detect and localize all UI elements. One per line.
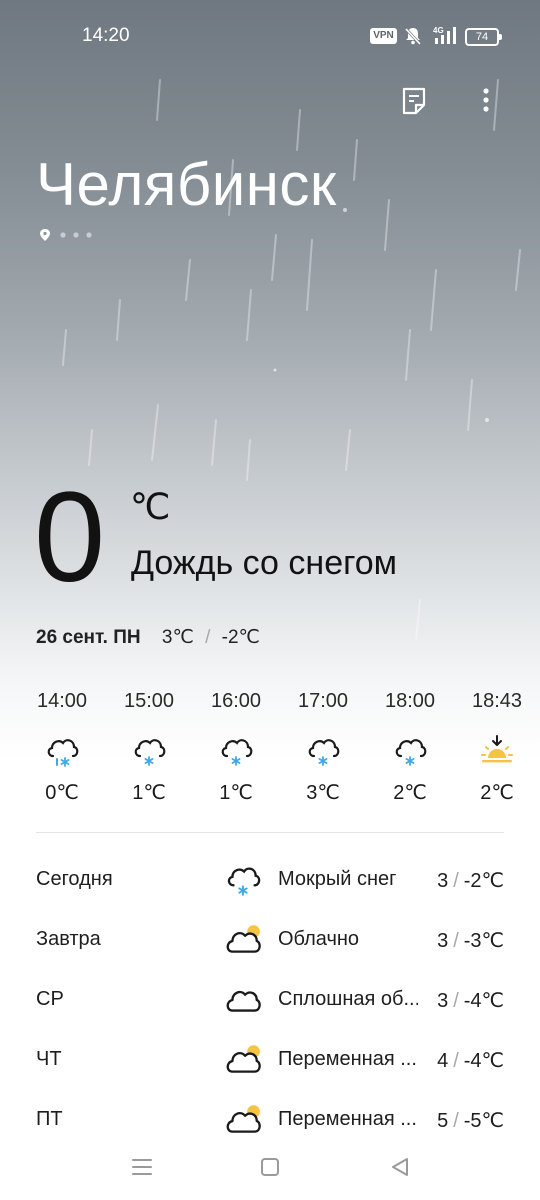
page-dot: [73, 232, 79, 238]
day-condition: Переменная ...: [278, 1048, 417, 1070]
temp-separator: /: [453, 1050, 459, 1072]
today-high: 3℃: [161, 627, 194, 648]
day-name: ПТ: [36, 1108, 63, 1130]
daily-row[interactable]: ЧТ Переменная ... 4/-4℃: [0, 1030, 540, 1090]
day-temp-range: 4/-4℃: [437, 1048, 504, 1073]
cloud-snow-icon: [134, 739, 166, 766]
day-temp-range: 3/-3℃: [437, 928, 504, 953]
sunset-icon: [481, 735, 513, 763]
day-temp-range: 3/-2℃: [437, 868, 504, 893]
section-divider: [36, 832, 504, 833]
day-low: -5℃: [463, 1110, 504, 1132]
daily-row[interactable]: СР Сплошная об... 3/-4℃: [0, 970, 540, 1030]
current-date: 26 сент. ПН: [36, 627, 141, 648]
hourly-item: 15:00 1℃: [105, 690, 193, 805]
hour-time: 18:00: [384, 690, 436, 712]
day-high: 5: [437, 1110, 449, 1132]
day-temp-range: 5/-5℃: [437, 1108, 504, 1133]
hourly-forecast[interactable]: 14:00 0℃ 15:00 1℃ 16:00 1℃ 17:00 3℃ 18:0…: [18, 690, 540, 815]
battery-icon: 74: [465, 28, 502, 46]
day-condition: Облачно: [278, 928, 360, 950]
hour-time: 14:00: [36, 690, 88, 712]
cloud-snow-icon: [308, 739, 340, 766]
cloud-sun-icon: [226, 1045, 261, 1073]
hour-temp: 3℃: [306, 782, 340, 804]
more-vertical-icon[interactable]: [478, 87, 494, 115]
forecast-notes-icon[interactable]: [401, 87, 427, 115]
day-condition: Переменная ...: [278, 1108, 417, 1130]
hour-temp: 2℃: [480, 782, 514, 804]
signal-4g-icon: 4G: [433, 26, 456, 44]
hour-temp: 1℃: [132, 782, 166, 804]
status-bar: 14:20 VPN 4G 74: [0, 0, 540, 72]
day-low: -4℃: [463, 990, 504, 1012]
day-condition: Мокрый снег: [278, 868, 397, 890]
hourly-item: 18:00 2℃: [366, 690, 454, 805]
hour-time: 17:00: [297, 690, 349, 712]
hour-time: 15:00: [123, 690, 175, 712]
day-name: Завтра: [36, 928, 101, 950]
day-high: 3: [437, 930, 449, 952]
vpn-badge: VPN: [370, 28, 397, 44]
daily-row[interactable]: Сегодня Мокрый снег 3/-2℃: [0, 850, 540, 910]
today-low: -2℃: [221, 627, 260, 648]
city-name[interactable]: Челябинск: [36, 150, 337, 219]
system-navigation-bar: [0, 1140, 540, 1200]
temp-separator: /: [453, 1110, 459, 1132]
hour-temp: 2℃: [393, 782, 427, 804]
day-low: -4℃: [463, 1050, 504, 1072]
cloud-snow-icon: [395, 739, 427, 766]
daily-row[interactable]: Завтра Облачно 3/-3℃: [0, 910, 540, 970]
day-name: СР: [36, 988, 64, 1010]
day-low: -2℃: [463, 870, 504, 892]
bell-muted-icon: [404, 27, 422, 46]
cloud-sun-icon: [226, 1105, 261, 1133]
day-high: 4: [437, 1050, 449, 1072]
hour-time: 16:00: [210, 690, 262, 712]
recent-apps-icon[interactable]: [131, 1156, 153, 1178]
cloud-snow-icon: [221, 739, 253, 766]
hourly-item: 17:00 3℃: [279, 690, 367, 805]
hourly-item: 18:43 2℃: [453, 690, 540, 805]
page-dot: [86, 232, 92, 238]
temp-separator: /: [453, 930, 459, 952]
cloud-snow-icon: [227, 867, 261, 896]
day-name: ЧТ: [36, 1048, 62, 1070]
cloud-sun-icon: [226, 925, 261, 953]
day-high: 3: [437, 990, 449, 1012]
day-temp-range: 3/-4℃: [437, 988, 504, 1013]
temp-separator: /: [453, 990, 459, 1012]
page-dot: [60, 232, 66, 238]
home-icon[interactable]: [260, 1156, 280, 1178]
today-summary: 26 сент. ПН 3℃ / -2℃: [36, 626, 260, 649]
temperature-unit: ℃: [130, 486, 171, 527]
status-time: 14:20: [82, 25, 130, 46]
hour-temp: 0℃: [45, 782, 79, 804]
back-icon[interactable]: [389, 1156, 411, 1178]
current-temperature: 0: [34, 466, 106, 609]
cloud-sleet-icon: [47, 739, 79, 767]
day-condition: Сплошная об...: [278, 988, 418, 1010]
day-low: -3℃: [463, 930, 504, 952]
day-name: Сегодня: [36, 868, 113, 890]
hour-time: 18:43: [471, 690, 523, 712]
network-type: 4G: [433, 26, 444, 35]
hourly-item: 16:00 1℃: [192, 690, 280, 805]
temp-separator: /: [205, 627, 211, 648]
day-high: 3: [437, 870, 449, 892]
hour-temp: 1℃: [219, 782, 253, 804]
cloud-icon: [226, 990, 261, 1012]
hourly-item: 14:00 0℃: [18, 690, 106, 805]
current-condition: Дождь со снегом: [131, 544, 398, 582]
temp-separator: /: [453, 870, 459, 892]
location-page-indicator[interactable]: [38, 228, 98, 242]
